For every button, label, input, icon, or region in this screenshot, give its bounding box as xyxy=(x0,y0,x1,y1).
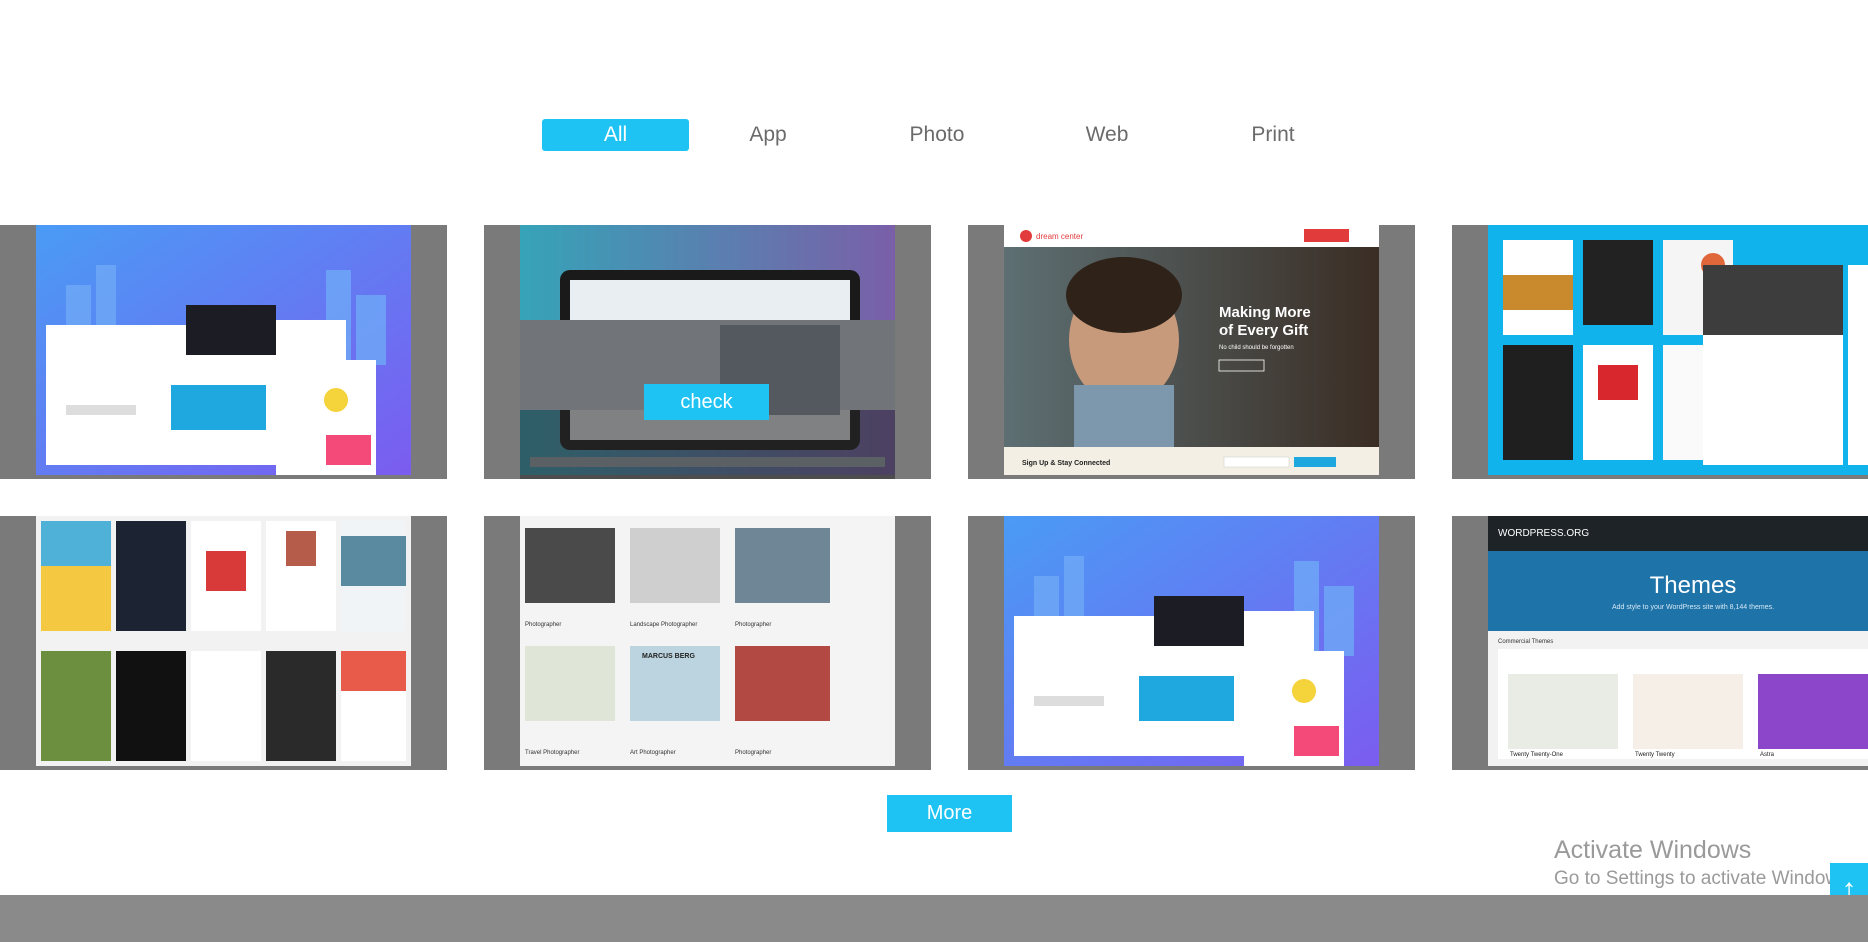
wordpress-themes-thumbnail: WORDPRESS.ORG Themes Add style to your W… xyxy=(1488,516,1868,766)
hero-headline-2: of Every Gift xyxy=(1219,322,1308,339)
filter-print[interactable]: Print xyxy=(1211,119,1335,151)
portfolio-item-5[interactable] xyxy=(0,516,447,770)
caption-5: Art Photographer xyxy=(630,750,676,756)
themes-subtitle: Add style to your WordPress site with 8,… xyxy=(1612,604,1774,611)
template-mosaic-thumbnail xyxy=(1488,225,1868,475)
theme-name-2: Twenty Twenty xyxy=(1635,752,1675,758)
themes-title: Themes xyxy=(1650,572,1737,599)
caption-4: Travel Photographer xyxy=(525,750,579,756)
filter-web[interactable]: Web xyxy=(1045,119,1169,151)
portfolio-item-7[interactable] xyxy=(968,516,1415,770)
hero-subtitle: No child should be forgotten xyxy=(1219,345,1294,351)
marcus-berg-label: MARCUS BERG xyxy=(642,653,695,660)
website-collage-thumbnail xyxy=(1004,516,1379,766)
caption-1: Photographer xyxy=(525,622,561,628)
caption-2: Landscape Photographer xyxy=(630,622,697,628)
more-button[interactable]: More xyxy=(887,795,1012,832)
theme-name-3: Astra xyxy=(1760,752,1775,758)
caption-3: Photographer xyxy=(735,622,771,628)
dream-center-thumbnail: dream center Making More of Every Gift N… xyxy=(1004,225,1379,475)
portfolio-filter-bar: All App Photo Web Print xyxy=(0,119,1868,151)
commercial-themes-label: Commercial Themes xyxy=(1498,639,1553,645)
activate-windows-subtitle: Go to Settings to activate Windows. xyxy=(1554,868,1854,889)
portfolio-item-6[interactable]: Photographer Landscape Photographer Phot… xyxy=(484,516,931,770)
check-button[interactable]: check xyxy=(644,384,769,420)
website-collage-thumbnail xyxy=(36,225,411,475)
portfolio-item-2[interactable] xyxy=(484,225,931,479)
footer xyxy=(0,895,1868,942)
signup-text: Sign Up & Stay Connected xyxy=(1022,460,1110,467)
caption-6: Photographer xyxy=(735,750,771,756)
filter-photo[interactable]: Photo xyxy=(875,119,999,151)
filter-all[interactable]: All xyxy=(542,119,689,151)
portfolio-item-3[interactable]: dream center Making More of Every Gift N… xyxy=(968,225,1415,479)
portfolio-item-8[interactable]: WORDPRESS.ORG Themes Add style to your W… xyxy=(1452,516,1868,770)
portfolio-item-4[interactable] xyxy=(1452,225,1868,479)
activate-windows-title: Activate Windows xyxy=(1554,836,1752,864)
design-templates-thumbnail xyxy=(36,516,411,766)
dream-center-brand: dream center xyxy=(1036,232,1083,241)
hero-headline-1: Making More xyxy=(1219,304,1311,321)
portfolio-item-1[interactable] xyxy=(0,225,447,479)
wordpress-brand: WORDPRESS.ORG xyxy=(1498,528,1589,539)
theme-name-1: Twenty Twenty-One xyxy=(1510,752,1564,758)
photographer-templates-thumbnail: Photographer Landscape Photographer Phot… xyxy=(520,516,895,766)
filter-app[interactable]: App xyxy=(706,119,830,151)
